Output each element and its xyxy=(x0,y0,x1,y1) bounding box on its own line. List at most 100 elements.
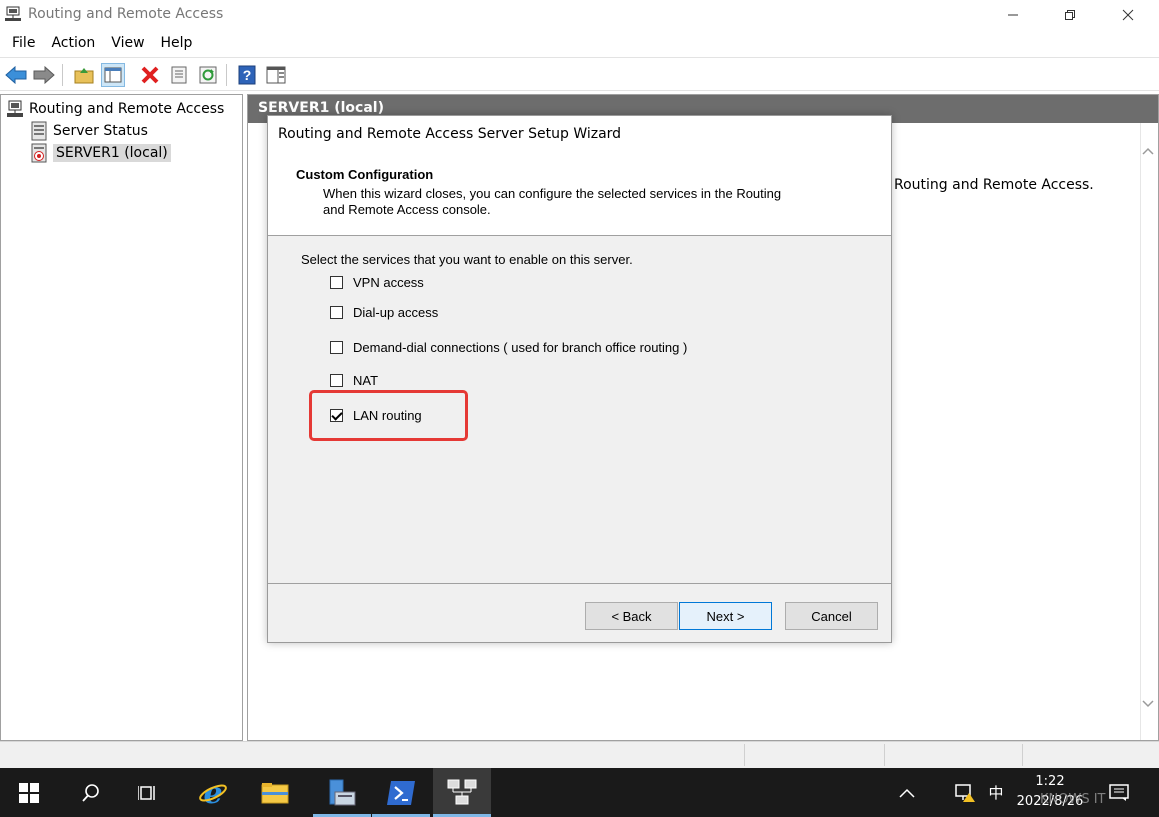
svg-text:?: ? xyxy=(243,67,252,83)
help-question-icon: ? xyxy=(238,65,256,85)
restore-button[interactable] xyxy=(1041,0,1099,30)
taskbar: e 中 1:22 2022/8/26 KNOWS IT xyxy=(0,768,1159,817)
properties-button[interactable] xyxy=(167,63,191,87)
menu-file[interactable]: File xyxy=(4,35,43,51)
wizard-header-title: Custom Configuration xyxy=(296,167,434,182)
delete-x-icon xyxy=(141,66,159,84)
task-view-icon xyxy=(138,785,155,800)
annotation-highlight-box xyxy=(309,390,468,441)
ime-indicator[interactable]: 中 xyxy=(984,768,1008,817)
demand-dial-checkbox[interactable] xyxy=(330,340,343,354)
console-tree-pane: Routing and Remote Access Server Status … xyxy=(0,94,243,741)
chevron-down-icon[interactable] xyxy=(1142,700,1154,708)
option-label: VPN access xyxy=(353,274,424,290)
option-nat[interactable]: NAT xyxy=(330,371,378,389)
clock-time: 1:22 xyxy=(1035,774,1065,789)
nat-checkbox[interactable] xyxy=(330,373,343,387)
server-status-icon xyxy=(31,121,47,141)
help-button[interactable]: ? xyxy=(235,63,259,87)
menu-help[interactable]: Help xyxy=(153,35,201,51)
window-title: Routing and Remote Access xyxy=(28,6,224,22)
refresh-icon xyxy=(199,66,217,84)
option-label: Dial-up access xyxy=(353,304,439,320)
show-hide-tree-button[interactable] xyxy=(101,63,125,87)
option-label: Demand-dial connections ( used for branc… xyxy=(353,339,688,355)
server-manager-button[interactable] xyxy=(313,768,371,817)
status-divider xyxy=(744,744,745,766)
toolbar-separator xyxy=(62,64,63,86)
tree-item-server1[interactable]: SERVER1 (local) xyxy=(29,142,171,164)
back-toolbar-button[interactable] xyxy=(4,63,28,87)
wizard-footer-divider xyxy=(268,583,891,584)
up-folder-button[interactable] xyxy=(72,63,96,87)
menu-action[interactable]: Action xyxy=(43,35,103,51)
windows-logo-icon xyxy=(19,782,39,803)
routing-taskbar-button[interactable] xyxy=(433,768,491,817)
internet-explorer-button[interactable]: e xyxy=(184,768,242,817)
vertical-scrollbar[interactable] xyxy=(1140,123,1158,740)
tree-item-routing-root[interactable]: Routing and Remote Access xyxy=(5,98,224,120)
close-icon xyxy=(1122,9,1134,21)
powershell-icon xyxy=(387,780,415,805)
option-label: NAT xyxy=(353,372,379,388)
properties-icon xyxy=(171,66,187,84)
restore-icon xyxy=(1065,10,1075,20)
toolbar: ? xyxy=(0,57,1159,91)
folder-up-icon xyxy=(74,68,94,84)
routing-root-icon xyxy=(7,100,23,117)
start-button[interactable] xyxy=(0,768,58,817)
close-button[interactable] xyxy=(1099,0,1157,30)
toolbar-separator xyxy=(226,64,227,86)
tree-item-label: Server Status xyxy=(53,123,148,139)
routing-app-icon xyxy=(5,6,21,21)
action-pane-button[interactable] xyxy=(264,63,288,87)
chevron-up-icon[interactable] xyxy=(1142,147,1154,155)
option-dialup-access[interactable]: Dial-up access xyxy=(330,303,438,321)
powershell-button[interactable] xyxy=(372,768,430,817)
file-explorer-button[interactable] xyxy=(246,768,304,817)
minimize-icon xyxy=(1008,14,1018,16)
menu-view[interactable]: View xyxy=(103,35,152,51)
status-divider xyxy=(884,744,885,766)
wizard-title: Routing and Remote Access Server Setup W… xyxy=(268,116,891,154)
watermark-text: KNOWS IT xyxy=(1040,792,1106,807)
chevron-up-icon xyxy=(899,788,915,798)
wizard-header-description: When this wizard closes, you can configu… xyxy=(323,186,782,217)
action-pane-icon xyxy=(266,66,286,84)
option-demand-dial[interactable]: Demand-dial connections ( used for branc… xyxy=(330,338,687,356)
refresh-button[interactable] xyxy=(196,63,220,87)
server-stopped-icon xyxy=(31,143,47,163)
status-divider xyxy=(1022,744,1023,766)
next-button[interactable]: Next > xyxy=(679,602,772,630)
details-text: Routing and Remote Access. xyxy=(894,177,1094,193)
action-center-button[interactable] xyxy=(1104,768,1134,817)
cancel-button[interactable]: Cancel xyxy=(785,602,878,630)
dialup-access-checkbox[interactable] xyxy=(330,305,343,319)
forward-toolbar-button[interactable] xyxy=(32,63,56,87)
vpn-access-checkbox[interactable] xyxy=(330,275,343,289)
tree-item-label: Routing and Remote Access xyxy=(29,101,225,117)
menu-bar: File Action View Help xyxy=(0,30,1159,56)
tree-item-server-status[interactable]: Server Status xyxy=(29,120,148,142)
tree-item-label: SERVER1 (local) xyxy=(53,144,171,162)
task-view-button[interactable] xyxy=(120,768,178,817)
back-button[interactable]: < Back xyxy=(585,602,678,630)
network-computers-icon xyxy=(447,779,477,804)
search-icon xyxy=(82,783,99,802)
network-tray-button[interactable] xyxy=(952,768,978,817)
title-bar: Routing and Remote Access xyxy=(0,0,1159,30)
search-button[interactable] xyxy=(62,768,120,817)
option-vpn-access[interactable]: VPN access xyxy=(330,273,424,291)
minimize-button[interactable] xyxy=(984,0,1042,30)
network-warning-icon xyxy=(955,783,975,802)
internet-explorer-icon: e xyxy=(199,778,227,808)
setup-wizard-dialog: Routing and Remote Access Server Setup W… xyxy=(267,115,892,643)
wizard-header: Custom Configuration When this wizard cl… xyxy=(268,154,891,236)
svg-text:e: e xyxy=(203,778,222,808)
delete-button[interactable] xyxy=(138,63,162,87)
folder-icon xyxy=(261,782,289,803)
status-bar xyxy=(0,741,1159,768)
arrow-left-icon xyxy=(5,66,27,84)
show-hidden-icons-button[interactable] xyxy=(894,768,920,817)
arrow-right-icon xyxy=(33,66,55,84)
